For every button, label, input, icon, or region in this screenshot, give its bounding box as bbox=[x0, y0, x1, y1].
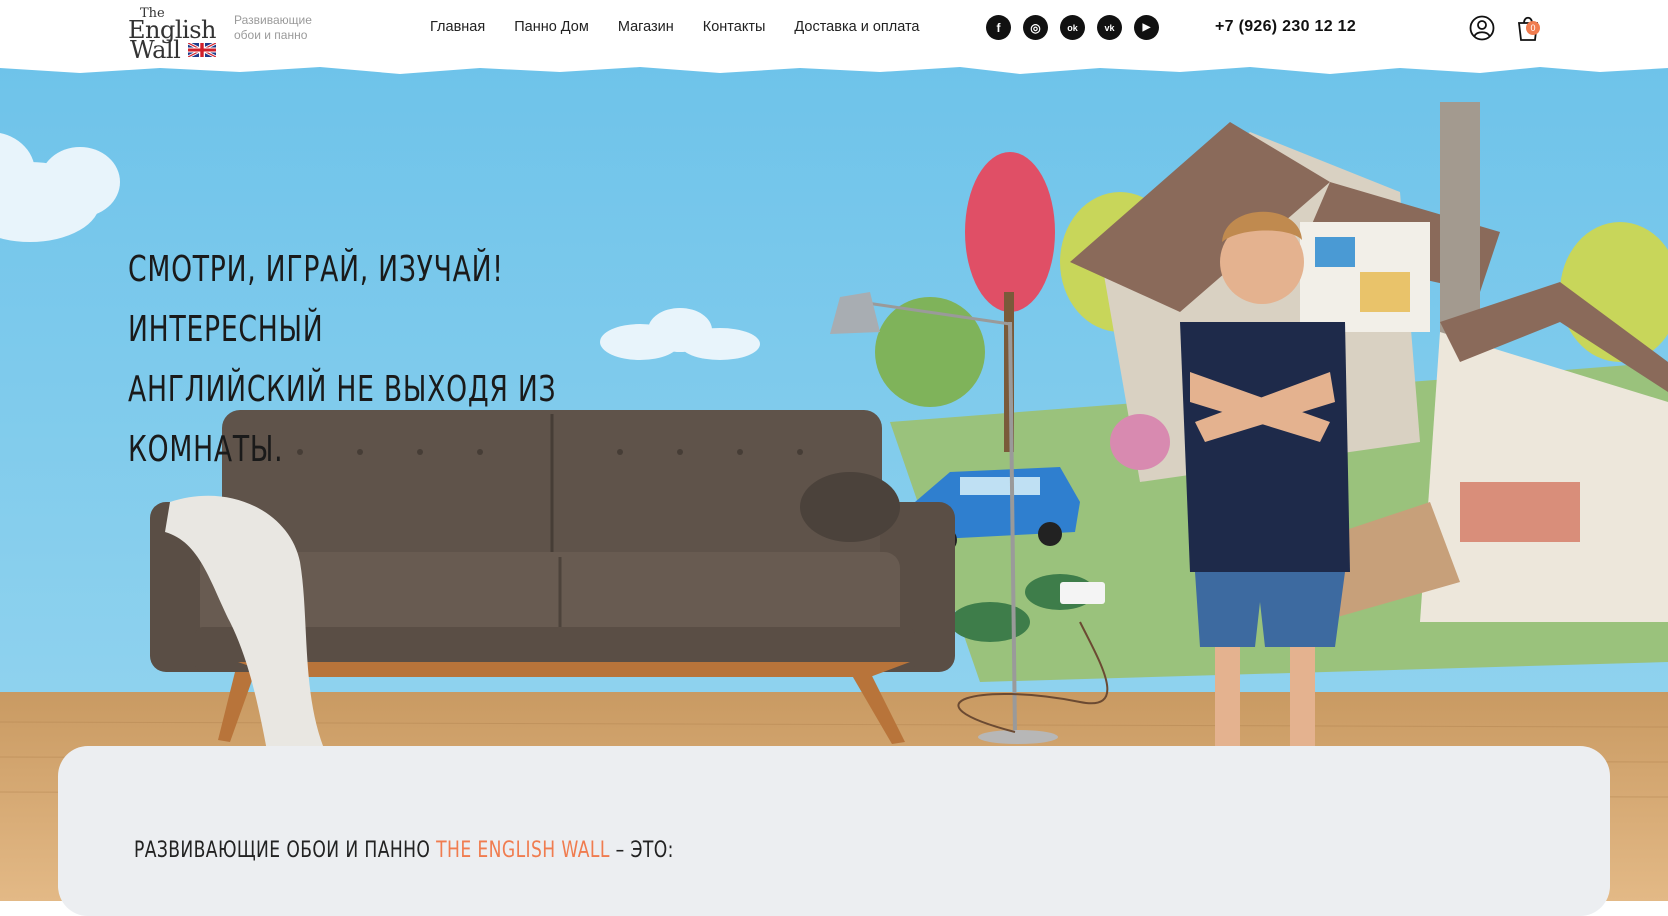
social-links: f ◎ ok vk ▶ bbox=[986, 15, 1159, 40]
nav-item-delivery[interactable]: Доставка и оплата bbox=[794, 19, 919, 35]
nav-item-shop[interactable]: Магазин bbox=[618, 19, 674, 35]
nav-item-panno-house[interactable]: Панно Дом bbox=[514, 19, 589, 35]
site-header: The English Wall Развивающие обои и панн… bbox=[0, 0, 1668, 64]
hero-title-line-1: СМОТРИ, ИГРАЙ, ИЗУЧАЙ! ИНТЕРЕСНЫЙ bbox=[128, 249, 504, 350]
user-icon[interactable] bbox=[1469, 15, 1495, 41]
tagline: Развивающие обои и панно bbox=[234, 13, 312, 42]
section-title-prefix: РАЗВИВАЮЩИЕ ОБОИ И ПАННО bbox=[134, 838, 437, 863]
phone-number[interactable]: +7 (926) 230 12 12 bbox=[1215, 18, 1356, 36]
nav-item-contacts[interactable]: Контакты bbox=[703, 19, 766, 35]
main-nav: Главная Панно Дом Магазин Контакты Доста… bbox=[430, 19, 920, 35]
logo-wall: Wall bbox=[130, 36, 181, 64]
vk-icon[interactable]: vk bbox=[1097, 15, 1122, 40]
section-title-brand: THE ENGLISH WALL bbox=[436, 838, 610, 863]
odnoklassniki-icon[interactable]: ok bbox=[1060, 15, 1085, 40]
hero-title-line-2: АНГЛИЙСКИЙ НЕ ВЫХОДЯ ИЗ КОМНАТЫ. bbox=[128, 369, 557, 470]
instagram-icon[interactable]: ◎ bbox=[1023, 15, 1048, 40]
section-title-suffix: – ЭТО: bbox=[609, 838, 674, 863]
section-title: РАЗВИВАЮЩИЕ ОБОИ И ПАННО THE ENGLISH WAL… bbox=[134, 838, 674, 863]
cart-count-badge: 0 bbox=[1526, 21, 1540, 35]
hero-title: СМОТРИ, ИГРАЙ, ИЗУЧАЙ! ИНТЕРЕСНЫЙ АНГЛИЙ… bbox=[128, 240, 572, 480]
uk-flag-icon bbox=[188, 43, 216, 57]
nav-item-home[interactable]: Главная bbox=[430, 19, 485, 35]
info-card bbox=[58, 746, 1610, 916]
youtube-icon[interactable]: ▶ bbox=[1134, 15, 1159, 40]
facebook-icon[interactable]: f bbox=[986, 15, 1011, 40]
logo[interactable]: The English Wall bbox=[128, 6, 224, 64]
